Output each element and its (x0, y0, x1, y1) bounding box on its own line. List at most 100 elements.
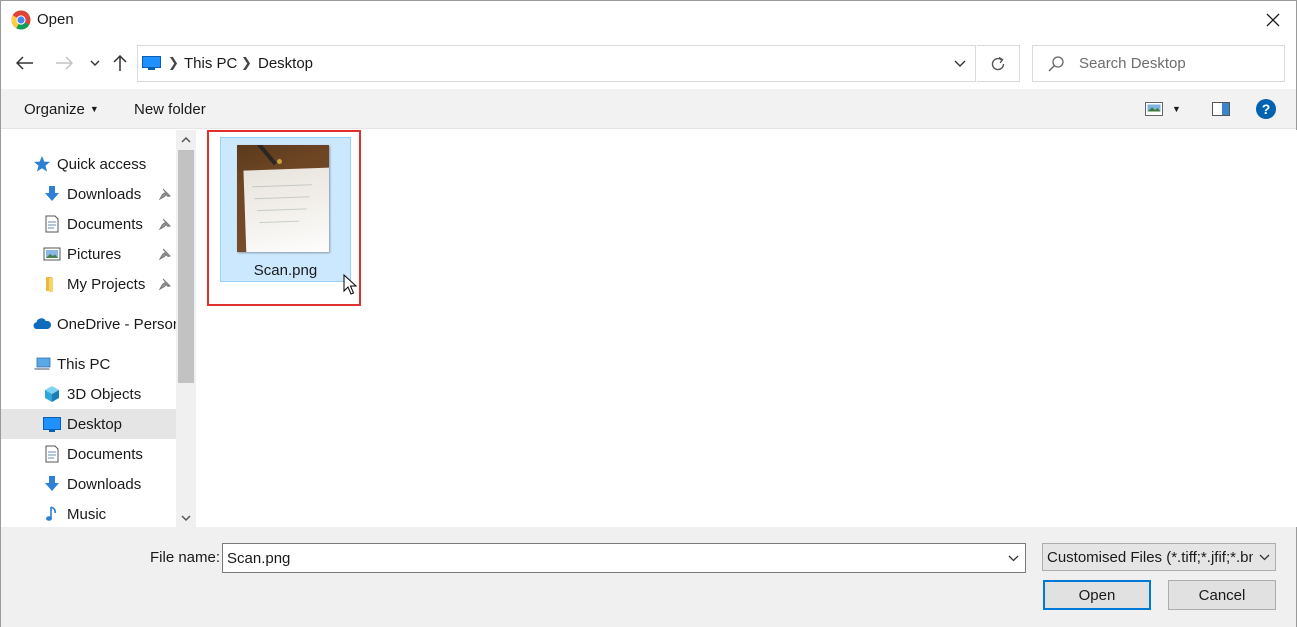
sidebar-item-onedrive[interactable]: OneDrive - Person (1, 309, 181, 339)
navigation-scrollbar[interactable] (176, 130, 196, 527)
scroll-down-button[interactable] (176, 509, 196, 527)
chevron-down-icon (954, 60, 966, 67)
file-type-select[interactable]: Customised Files (*.tiff;*.jfif;*.bmp;*.… (1042, 543, 1276, 571)
document-icon (45, 215, 59, 233)
pin-icon (159, 278, 171, 290)
chevron-up-icon (181, 136, 191, 143)
search-input[interactable] (1079, 46, 1279, 81)
sidebar-item-music[interactable]: Music (1, 499, 176, 527)
sidebar-item-label: Pictures (67, 245, 122, 263)
close-button[interactable] (1250, 1, 1296, 39)
file-list[interactable]: Scan.png (197, 130, 1297, 527)
breadcrumb-desktop[interactable]: Desktop (258, 55, 313, 72)
scroll-thumb[interactable] (178, 150, 194, 383)
open-button-label: Open (1078, 586, 1116, 604)
navigation-pane: Quick access Downloads Documents Picture… (1, 130, 197, 527)
download-icon (45, 186, 59, 201)
file-name-input[interactable] (227, 544, 997, 572)
view-options-icon (1145, 102, 1163, 116)
chevron-down-icon (181, 514, 191, 521)
sidebar-item-desktop[interactable]: Desktop (1, 409, 176, 439)
chrome-icon (11, 10, 31, 30)
up-button[interactable] (108, 51, 132, 75)
breadcrumb-this-pc[interactable]: This PC (184, 55, 237, 72)
chevron-down-icon (1259, 554, 1269, 560)
thumbnail-line (256, 208, 307, 212)
thumbnail-paper (243, 167, 329, 252)
sidebar-item-downloads[interactable]: Downloads (1, 179, 176, 209)
pin-icon (159, 248, 171, 260)
change-view-button[interactable]: ▼ (1145, 98, 1181, 120)
title-bar: Open (1, 1, 1296, 39)
open-button[interactable]: Open (1043, 580, 1151, 610)
sidebar-item-label: OneDrive - Person (57, 315, 182, 333)
sidebar-item-label: My Projects (67, 275, 146, 293)
file-name-label: Scan.png (253, 262, 318, 279)
sidebar-item-downloads-pc[interactable]: Downloads (1, 469, 176, 499)
address-history-button[interactable] (945, 46, 975, 81)
sidebar-item-my-projects[interactable]: My Projects (1, 269, 176, 299)
thumbnail-line (252, 184, 313, 188)
up-arrow-icon (113, 54, 127, 71)
help-button[interactable]: ? (1256, 99, 1276, 119)
download-icon (45, 476, 59, 491)
dialog-title: Open (37, 11, 74, 28)
sidebar-item-pictures[interactable]: Pictures (1, 239, 176, 269)
sidebar-item-label: 3D Objects (67, 385, 142, 403)
sidebar-item-label: This PC (57, 355, 111, 373)
cancel-button[interactable]: Cancel (1168, 580, 1276, 610)
bottom-bar: File name: Customised Files (*.tiff;*.jf… (1, 527, 1296, 627)
computer-icon (142, 56, 161, 70)
file-item-scan[interactable]: Scan.png (220, 137, 351, 282)
recent-locations-button[interactable] (83, 51, 107, 75)
forward-button[interactable] (52, 51, 76, 75)
music-icon (46, 506, 56, 521)
new-folder-button[interactable]: New folder (134, 101, 206, 118)
new-folder-label: New folder (134, 101, 206, 118)
file-name-field-label: File name: (150, 549, 221, 566)
address-bar[interactable]: ❯ This PC ❯ Desktop (137, 45, 976, 82)
sidebar-item-documents[interactable]: Documents (1, 209, 176, 239)
organize-button[interactable]: Organize ▼ (24, 101, 99, 118)
star-icon (34, 156, 50, 172)
sidebar-item-label: Documents (67, 445, 143, 463)
sidebar-item-label: Downloads (67, 475, 142, 493)
pin-icon (159, 188, 171, 200)
sidebar-item-3d-objects[interactable]: 3D Objects (1, 379, 176, 409)
search-box[interactable] (1032, 45, 1285, 82)
thumbnail-line (254, 196, 310, 200)
help-icon: ? (1261, 101, 1271, 117)
sidebar-item-label: Documents (67, 215, 143, 233)
back-button[interactable] (13, 51, 37, 75)
file-name-combobox[interactable] (222, 543, 1026, 573)
breadcrumb-separator-icon: ❯ (168, 55, 179, 70)
back-arrow-icon (16, 56, 33, 70)
sidebar-item-label: Quick access (57, 155, 147, 173)
sidebar-item-this-pc[interactable]: This PC (1, 349, 176, 379)
cancel-button-label: Cancel (1198, 586, 1246, 604)
pin-icon (159, 218, 171, 230)
scroll-up-button[interactable] (176, 130, 196, 148)
organize-label: Organize (24, 101, 85, 118)
open-file-dialog: Open ❯ This PC ❯ Desktop Search Desktop … (0, 0, 1297, 627)
breadcrumb-separator-icon: ❯ (241, 55, 252, 70)
file-name-dropdown-button[interactable] (1001, 544, 1025, 572)
preview-pane-button[interactable] (1212, 98, 1230, 120)
caret-down-icon: ▼ (1172, 104, 1181, 114)
document-icon (45, 445, 59, 463)
sidebar-item-documents-pc[interactable]: Documents (1, 439, 176, 469)
sidebar-item-quick-access[interactable]: Quick access (1, 149, 176, 179)
sidebar-item-label: Desktop (67, 415, 123, 433)
file-type-dropdown-button[interactable] (1253, 544, 1275, 570)
search-icon (1048, 56, 1064, 72)
forward-arrow-icon (56, 56, 73, 70)
desktop-icon (43, 417, 61, 432)
cube-icon (45, 386, 59, 402)
chevron-down-icon (90, 60, 100, 66)
command-bar: Organize ▼ New folder ▼ ? (1, 89, 1296, 129)
pictures-icon (43, 247, 61, 261)
image-thumbnail (237, 145, 329, 252)
folder-icon (46, 277, 53, 292)
refresh-button[interactable] (977, 45, 1020, 82)
thumbnail-pencil-tip (277, 159, 282, 164)
